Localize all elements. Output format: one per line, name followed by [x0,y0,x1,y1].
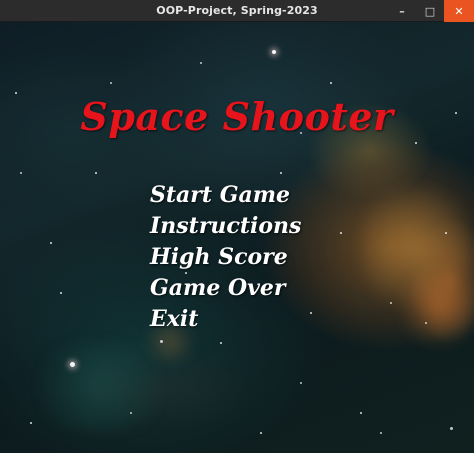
star [360,412,362,414]
star [160,340,163,343]
star [30,422,32,424]
star [425,322,427,324]
nebula-background [400,262,474,352]
star [272,50,276,54]
star [260,432,262,434]
star [310,312,312,314]
nebula-background [20,342,180,432]
maximize-button[interactable]: □ [416,0,444,22]
star [110,82,112,84]
menu-item-exit[interactable]: Exit [150,304,301,335]
star [415,142,417,144]
star [330,82,332,84]
game-title: Space Shooter [80,94,394,139]
star [445,232,447,234]
star [450,427,453,430]
star [130,412,132,414]
menu-item-game-over[interactable]: Game Over [150,273,301,304]
star [50,242,52,244]
app-window: OOP-Project, Spring-2023 – □ ✕ Space Sho… [0,0,474,453]
star [380,432,382,434]
star [20,172,22,174]
game-canvas[interactable]: Space Shooter Start Game Instructions Hi… [0,22,474,453]
minimize-button[interactable]: – [388,0,416,22]
menu-item-high-score[interactable]: High Score [150,242,301,273]
star [300,382,302,384]
main-menu: Start Game Instructions High Score Game … [150,180,301,335]
close-button[interactable]: ✕ [444,0,474,22]
star [60,292,62,294]
window-title: OOP-Project, Spring-2023 [156,4,318,17]
star [70,362,75,367]
title-bar[interactable]: OOP-Project, Spring-2023 – □ ✕ [0,0,474,22]
star [220,342,222,344]
star [390,302,392,304]
star [95,172,97,174]
menu-item-instructions[interactable]: Instructions [150,211,301,242]
window-controls: – □ ✕ [388,0,474,22]
star [340,232,342,234]
menu-item-start-game[interactable]: Start Game [150,180,301,211]
star [200,62,202,64]
star [280,172,282,174]
